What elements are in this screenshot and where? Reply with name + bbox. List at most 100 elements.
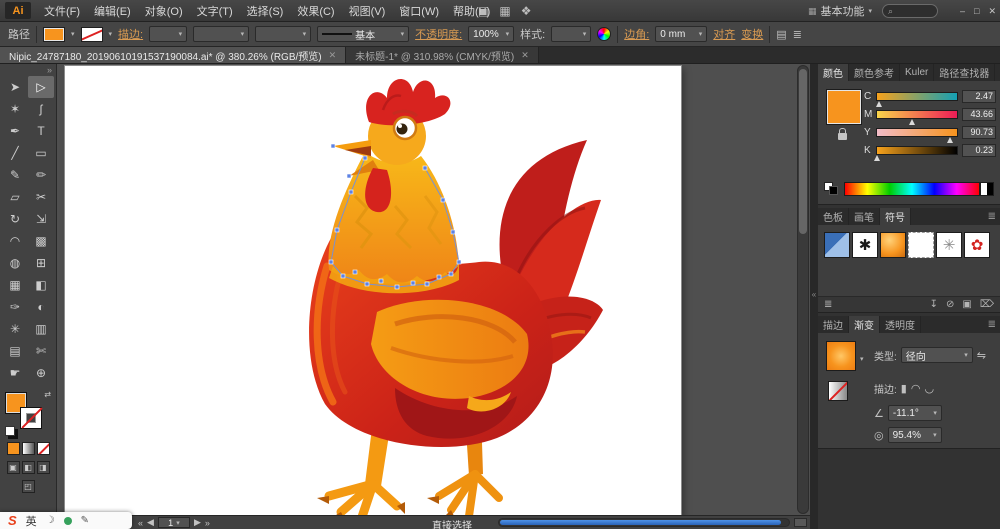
vertical-scrollbar-thumb[interactable] (799, 69, 807, 234)
lasso-tool[interactable]: ʃ (28, 98, 54, 120)
width-tool[interactable]: ◠ (2, 230, 28, 252)
search-input[interactable]: ⌕ (882, 4, 938, 18)
artboard[interactable] (65, 66, 681, 515)
horizontal-scrollbar[interactable] (498, 518, 790, 527)
tab-stroke[interactable]: 描边 (818, 316, 849, 333)
symbol-flag[interactable] (824, 232, 850, 258)
channel-c-slider[interactable] (876, 92, 958, 101)
close-button[interactable]: ✕ (988, 6, 996, 17)
menu-window[interactable]: 窗口(W) (392, 0, 446, 22)
draw-inside-button[interactable]: ◨ (37, 461, 50, 474)
tab-pathfinder[interactable]: 路径查找器 (934, 64, 995, 81)
collapse-toolbar-icon[interactable]: » (47, 65, 52, 75)
new-symbol-icon[interactable]: ▣ (962, 299, 971, 310)
gradient-stroke-swatch[interactable] (828, 381, 848, 401)
panel-menu-icon[interactable]: ≣ (995, 64, 1000, 81)
isolate-selection-icon[interactable]: ▤ (776, 28, 786, 41)
restore-button[interactable]: □ (974, 6, 979, 16)
panel-menu-icon[interactable]: ≣ (984, 316, 1000, 333)
line-segment-tool[interactable]: ╱ (2, 142, 28, 164)
default-fill-stroke-icon[interactable] (5, 426, 15, 436)
symbol-sprayer-tool[interactable]: ✳ (2, 318, 28, 340)
stroke-across-icon[interactable]: ◡ (924, 382, 934, 395)
magic-wand-tool[interactable]: ✶ (2, 98, 28, 120)
prev-artboard-icon[interactable]: ◀ (147, 517, 154, 528)
channel-y-slider[interactable] (876, 128, 958, 137)
current-color-swatch[interactable] (826, 89, 862, 125)
ime-language-toggle[interactable]: 英 (26, 513, 37, 529)
minimize-button[interactable]: – (960, 6, 965, 16)
perspective-grid-tool[interactable]: ⊞ (28, 252, 54, 274)
first-artboard-icon[interactable]: « (138, 518, 143, 528)
hand-tool[interactable]: ☛ (2, 362, 28, 384)
slider-marker[interactable] (874, 155, 880, 161)
scissors-tool[interactable]: ✂ (28, 186, 54, 208)
none-mode-button[interactable] (37, 442, 50, 455)
menu-view[interactable]: 视图(V) (342, 0, 393, 22)
tab-color[interactable]: 颜色 (818, 64, 849, 81)
status-dot-icon[interactable] (64, 517, 72, 525)
recolor-artwork-icon[interactable] (597, 27, 611, 41)
swap-fill-stroke-icon[interactable]: ⇄ (44, 390, 51, 399)
stroke-color-control[interactable] (20, 407, 42, 429)
sogou-logo[interactable]: S (8, 513, 17, 528)
tab-swatches[interactable]: 色板 (818, 208, 849, 225)
blend-tool[interactable]: ◐ (28, 296, 54, 318)
channel-c-value[interactable]: 2.47 (962, 90, 996, 103)
fill-color-swatch[interactable] (43, 27, 65, 42)
eyedropper-tool[interactable]: ✑ (2, 296, 28, 318)
channel-m-slider[interactable] (876, 110, 958, 119)
place-symbol-icon[interactable]: ↧ (930, 299, 938, 310)
symbol-rosette[interactable]: ✳ (936, 232, 962, 258)
arrange-documents-icon[interactable]: ▦ (499, 4, 510, 18)
artboard-number-field[interactable]: 1 ▾ (158, 517, 190, 528)
corner-field[interactable]: 0 mm ▾ (655, 26, 707, 42)
dock-collapse-strip[interactable]: « (810, 64, 818, 529)
draw-behind-button[interactable]: ◧ (22, 461, 35, 474)
canvas-pasteboard[interactable] (57, 64, 810, 515)
stroke-preset-dropdown[interactable]: 基本 ▾ (317, 26, 409, 42)
type-tool[interactable]: T (28, 120, 54, 142)
tab-kuler[interactable]: Kuler (900, 64, 934, 81)
color-spectrum[interactable] (844, 182, 980, 196)
corner-link[interactable]: 边角: (624, 26, 649, 42)
rectangle-tool[interactable]: ▭ (28, 142, 54, 164)
gradient-tool[interactable]: ◧ (28, 274, 54, 296)
gradient-mode-button[interactable] (22, 442, 35, 455)
opacity-link[interactable]: 不透明度: (415, 26, 462, 42)
menu-type[interactable]: 文字(T) (190, 0, 240, 22)
stroke-caret-icon[interactable]: ▾ (109, 30, 113, 38)
menu-select[interactable]: 选择(S) (240, 0, 291, 22)
symbol-frame[interactable] (908, 232, 934, 258)
gradient-type-dropdown[interactable]: 径向 ▾ (901, 347, 973, 363)
draw-normal-button[interactable]: ▣ (7, 461, 20, 474)
symbol-libraries-icon[interactable]: ≣ (824, 299, 832, 310)
eraser-tool[interactable]: ▱ (2, 186, 28, 208)
column-graph-tool[interactable]: ▥ (28, 318, 54, 340)
opacity-field[interactable]: 100% ▾ (468, 26, 514, 42)
vertical-scrollbar[interactable] (797, 65, 809, 514)
color-mode-button[interactable] (7, 442, 20, 455)
direct-selection-tool[interactable]: ▷ (28, 76, 54, 98)
collapse-dock-icon[interactable]: « (810, 290, 818, 299)
stroke-weight-field[interactable]: ▾ (149, 26, 187, 42)
next-artboard-icon[interactable]: ▶ (194, 517, 201, 528)
tab-gradient[interactable]: 渐变 (849, 316, 880, 333)
spectrum-bw[interactable] (980, 182, 994, 196)
channel-y-value[interactable]: 90.73 (962, 126, 996, 139)
tab-brushes[interactable]: 画笔 (849, 208, 880, 225)
stroke-within-icon[interactable]: ▮ (901, 382, 907, 395)
symbol-red-flower[interactable]: ✿ (964, 232, 990, 258)
selection-tool[interactable]: ➤ (2, 76, 28, 98)
rooster-artwork[interactable] (65, 66, 681, 515)
gradient-swatch[interactable] (826, 341, 856, 371)
rotate-tool[interactable]: ↻ (2, 208, 28, 230)
bw-swatches[interactable] (824, 182, 840, 196)
symbol-orange-ball[interactable] (880, 232, 906, 258)
symbol-ink-splat[interactable]: ✱ (852, 232, 878, 258)
slider-marker[interactable] (947, 137, 953, 143)
ime-tools-icon[interactable]: ✎ (81, 515, 89, 526)
mesh-tool[interactable]: ▦ (2, 274, 28, 296)
night-mode-icon[interactable]: ☽ (46, 515, 55, 526)
transform-link[interactable]: 变换 (741, 26, 763, 42)
